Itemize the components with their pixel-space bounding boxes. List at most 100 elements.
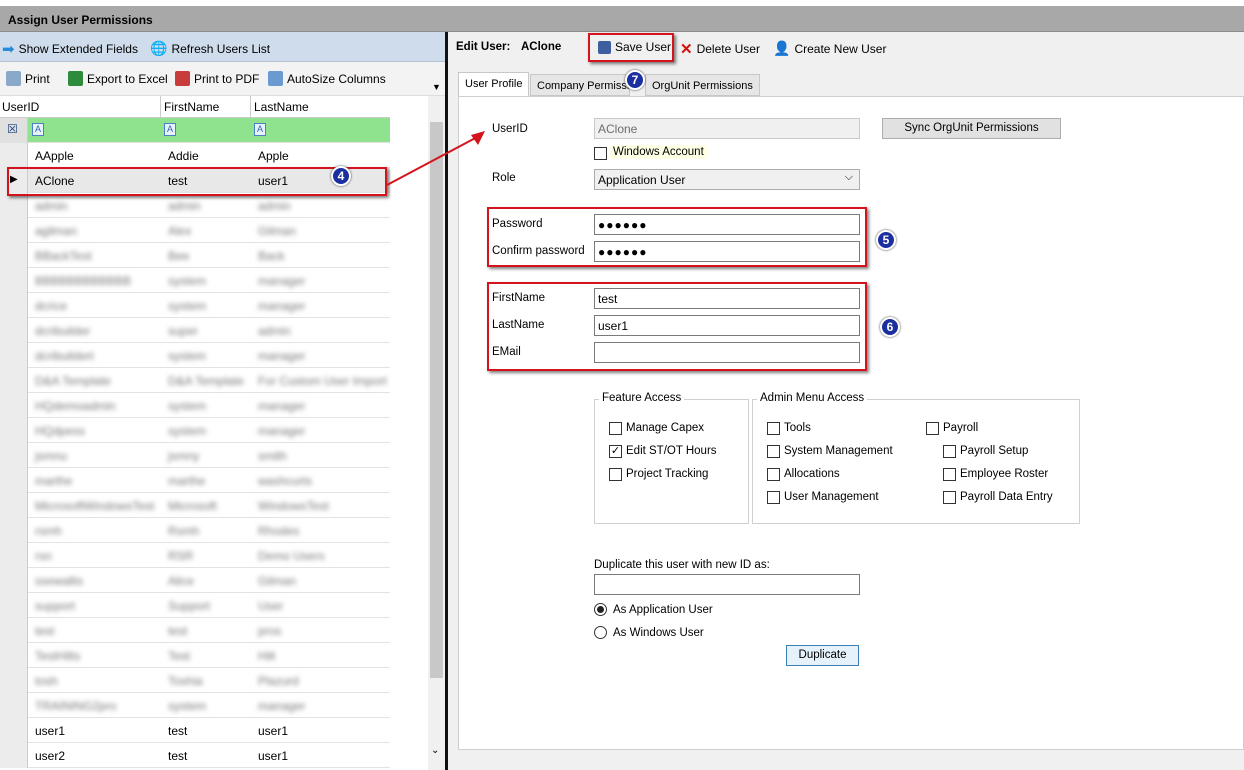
payroll-data-entry-label: Payroll Data Entry bbox=[960, 491, 1053, 503]
system-management-checkbox[interactable] bbox=[767, 445, 780, 458]
row-selector[interactable] bbox=[0, 693, 28, 718]
row-selector[interactable] bbox=[0, 718, 28, 743]
table-row[interactable]: TRAINING2pro system manager bbox=[0, 693, 390, 718]
table-row[interactable]: HQdpess system manager bbox=[0, 418, 390, 443]
print-pdf-button[interactable]: Print to PDF bbox=[175, 71, 259, 86]
firstname-cell: jsmny bbox=[168, 449, 200, 463]
userid-cell: rsn bbox=[35, 549, 52, 563]
filter-userid-icon[interactable]: A bbox=[32, 123, 44, 136]
header-lastname[interactable]: LastName bbox=[254, 100, 309, 114]
filter-toggle[interactable]: ☒ bbox=[0, 118, 28, 143]
callout-box-names bbox=[487, 282, 867, 371]
table-row[interactable]: admin admin admin bbox=[0, 193, 390, 218]
row-selector[interactable] bbox=[0, 518, 28, 543]
overflow-chevron-icon[interactable]: ▼ bbox=[432, 82, 441, 92]
table-row[interactable]: tosh Toshia Plazurd bbox=[0, 668, 390, 693]
table-row[interactable]: rsmh Rsmh Rhodes bbox=[0, 518, 390, 543]
row-selector[interactable] bbox=[0, 493, 28, 518]
duplicate-id-field[interactable] bbox=[594, 574, 860, 595]
table-row[interactable]: D&A Template D&A Template For Custom User … bbox=[0, 368, 390, 393]
filter-firstname-icon[interactable]: A bbox=[164, 123, 176, 136]
table-row[interactable]: user1 test user1 bbox=[0, 718, 390, 743]
table-row[interactable]: HQdemoadmin system manager bbox=[0, 393, 390, 418]
employee-roster-checkbox[interactable] bbox=[943, 468, 956, 481]
edit-st-ot-hours-checkbox[interactable]: ✓ bbox=[609, 445, 622, 458]
feature-access-title: Feature Access bbox=[599, 392, 685, 404]
grid-scroll-thumb[interactable] bbox=[430, 122, 443, 678]
tab-company-permissions[interactable]: Company Permissions bbox=[530, 74, 630, 96]
row-selector[interactable] bbox=[0, 668, 28, 693]
row-selector[interactable] bbox=[0, 193, 28, 218]
table-row[interactable]: BBBBBBBBBBBB system manager bbox=[0, 268, 390, 293]
payroll-checkbox[interactable] bbox=[926, 422, 939, 435]
table-row[interactable]: MicrosoftWindowsTest Microsoft WindowsTest bbox=[0, 493, 390, 518]
role-select[interactable]: Application User ⌵ bbox=[594, 169, 860, 190]
row-selector[interactable] bbox=[0, 743, 28, 768]
project-tracking-checkbox[interactable] bbox=[609, 468, 622, 481]
print-button[interactable]: Print bbox=[6, 71, 50, 86]
row-selector[interactable] bbox=[0, 318, 28, 343]
as-application-user-radio[interactable] bbox=[594, 603, 607, 616]
autosize-columns-button[interactable]: AutoSize Columns bbox=[268, 71, 386, 86]
table-row[interactable]: test test pros bbox=[0, 618, 390, 643]
payroll-setup-checkbox[interactable] bbox=[943, 445, 956, 458]
table-row[interactable]: user2 test user1 bbox=[0, 743, 390, 768]
callout-box-save bbox=[588, 33, 674, 62]
lastname-cell: User bbox=[258, 599, 284, 613]
tab-user-profile[interactable]: User Profile bbox=[458, 72, 530, 97]
row-selector[interactable] bbox=[0, 418, 28, 443]
refresh-users-button[interactable]: 🌐 Refresh Users List bbox=[150, 40, 270, 57]
row-selector[interactable] bbox=[0, 543, 28, 568]
tools-checkbox[interactable] bbox=[767, 422, 780, 435]
table-row[interactable]: jsmnu jsmny smith bbox=[0, 443, 390, 468]
header-userid[interactable]: UserID bbox=[2, 100, 39, 114]
user-management-checkbox[interactable] bbox=[767, 491, 780, 504]
row-selector[interactable] bbox=[0, 443, 28, 468]
manage-capex-checkbox[interactable] bbox=[609, 422, 622, 435]
row-selector[interactable] bbox=[0, 618, 28, 643]
delete-user-button[interactable]: ✕ Delete User bbox=[680, 40, 760, 58]
pdf-icon bbox=[175, 71, 190, 86]
row-selector[interactable] bbox=[0, 293, 28, 318]
table-row[interactable]: dcribuilder super admin bbox=[0, 318, 390, 343]
as-windows-user-radio[interactable] bbox=[594, 626, 607, 639]
allocations-label: Allocations bbox=[784, 468, 840, 480]
lastname-cell: Back bbox=[258, 249, 285, 263]
row-selector[interactable] bbox=[0, 268, 28, 293]
windows-account-checkbox[interactable] bbox=[594, 147, 607, 160]
show-extended-fields-button[interactable]: ➡ Show Extended Fields bbox=[2, 40, 138, 58]
edit-user-label: Edit User: bbox=[456, 41, 511, 53]
table-row[interactable]: rsn RSR Demo Users bbox=[0, 543, 390, 568]
header-firstname[interactable]: FirstName bbox=[164, 100, 219, 114]
create-user-button[interactable]: 👤 Create New User bbox=[773, 40, 886, 57]
row-selector[interactable] bbox=[0, 393, 28, 418]
row-selector[interactable] bbox=[0, 368, 28, 393]
table-row[interactable]: dcribuildert system manager bbox=[0, 343, 390, 368]
table-row[interactable]: agilman Alex Gilman bbox=[0, 218, 390, 243]
table-row[interactable]: ssewallis Alice Gilman bbox=[0, 568, 390, 593]
row-selector[interactable] bbox=[0, 568, 28, 593]
table-row[interactable]: dcrice system manager bbox=[0, 293, 390, 318]
filter-lastname-icon[interactable]: A bbox=[254, 123, 266, 136]
sync-orgunit-button[interactable]: Sync OrgUnit Permissions bbox=[882, 118, 1061, 139]
row-selector[interactable] bbox=[0, 343, 28, 368]
firstname-cell: system bbox=[168, 299, 207, 313]
row-selector[interactable] bbox=[0, 468, 28, 493]
allocations-checkbox[interactable] bbox=[767, 468, 780, 481]
userid-cell: BBackTest bbox=[35, 249, 92, 263]
row-selector[interactable] bbox=[0, 243, 28, 268]
row-selector[interactable] bbox=[0, 143, 28, 168]
payroll-data-entry-checkbox[interactable] bbox=[943, 491, 956, 504]
scroll-down-icon[interactable]: ⌄ bbox=[431, 745, 439, 756]
export-excel-button[interactable]: Export to Excel bbox=[68, 71, 168, 86]
table-row[interactable]: BBackTest Bee Back bbox=[0, 243, 390, 268]
row-selector[interactable] bbox=[0, 218, 28, 243]
table-row[interactable]: marthe marthe washcurts bbox=[0, 468, 390, 493]
table-row[interactable]: support Support User bbox=[0, 593, 390, 618]
tab-orgunit-permissions[interactable]: OrgUnit Permissions bbox=[645, 74, 760, 96]
row-selector[interactable] bbox=[0, 643, 28, 668]
table-row[interactable]: AApple Addie Apple bbox=[0, 143, 390, 168]
row-selector[interactable] bbox=[0, 593, 28, 618]
duplicate-button[interactable]: Duplicate bbox=[786, 645, 859, 666]
table-row[interactable]: TestHilts Test Hilt bbox=[0, 643, 390, 668]
